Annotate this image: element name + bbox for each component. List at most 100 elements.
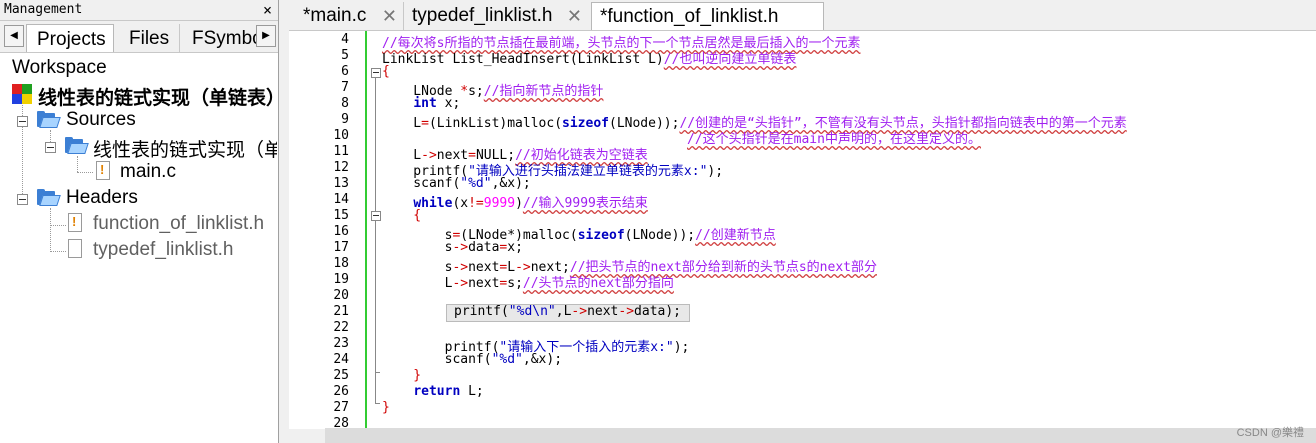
line-number: 13 xyxy=(333,176,349,191)
line-number: 21 xyxy=(333,304,349,319)
tab-fsymbols[interactable]: FSymbo xyxy=(186,24,256,52)
code-line-17: s->data=x; xyxy=(382,240,523,255)
line-number: 25 xyxy=(333,368,349,383)
h-file-icon xyxy=(68,239,82,258)
tree-line xyxy=(50,225,66,226)
comment: //输入9999表示结束 xyxy=(522,196,648,211)
line-number: 11 xyxy=(333,144,349,159)
code-editor[interactable]: 4 5 6 7 8 9 10 11 12 13 14 15 16 17 18 19 20 21 22 23 24 25 26… xyxy=(289,30,1316,429)
collapse-toggle-sources[interactable] xyxy=(17,116,28,127)
string-literal: "%d\n" xyxy=(508,304,556,319)
code-line-13: scanf("%d",&x); xyxy=(382,176,531,191)
close-icon[interactable]: ✕ xyxy=(567,2,582,30)
workspace-label[interactable]: Workspace xyxy=(12,57,107,79)
scroll-left-icon[interactable]: ◀ xyxy=(4,25,24,47)
folder-icon xyxy=(37,189,61,206)
comment: //创建新节点 xyxy=(695,228,776,243)
code-text: scanf( xyxy=(382,352,492,367)
code-text: -> xyxy=(452,240,469,255)
tab-files[interactable]: Files xyxy=(120,24,180,52)
folder-icon xyxy=(65,137,89,154)
close-icon[interactable]: ✕ xyxy=(382,2,397,30)
line-number: 8 xyxy=(341,96,349,111)
code-text: s; xyxy=(507,276,523,291)
line-number: 10 xyxy=(333,128,349,143)
code-text: -> xyxy=(571,304,588,319)
code-line-15: { xyxy=(382,208,421,223)
line-number: 14 xyxy=(333,192,349,207)
code-text: L xyxy=(382,116,422,131)
fold-end xyxy=(375,372,380,373)
fold-margin xyxy=(367,31,381,429)
line-number: 20 xyxy=(333,288,349,303)
line-number: 19 xyxy=(333,272,349,287)
horizontal-scrollbar[interactable] xyxy=(325,428,1316,443)
panel-splitter[interactable] xyxy=(279,0,289,443)
line-number: 5 xyxy=(341,48,349,63)
sources-label[interactable]: Sources xyxy=(66,109,136,131)
management-tabs: ◀ Projects Files FSymbo ▶ xyxy=(0,21,278,53)
line-number: 4 xyxy=(341,32,349,47)
collapse-toggle-headers[interactable] xyxy=(17,194,28,205)
fold-line xyxy=(375,78,376,403)
tree-line xyxy=(77,156,78,172)
close-icon[interactable]: × xyxy=(263,0,272,20)
code-line-6: { xyxy=(382,64,390,79)
file-main-c[interactable]: main.c xyxy=(120,161,176,183)
code-text: s; xyxy=(468,84,484,99)
tree-line xyxy=(77,172,93,173)
fold-end xyxy=(375,403,380,404)
line-number: 18 xyxy=(333,256,349,271)
tab-main-c[interactable]: *main.c ✕ xyxy=(297,2,403,30)
line-number: 22 xyxy=(333,320,349,335)
code-text: ,&x); xyxy=(491,176,531,191)
code-text: } xyxy=(382,368,422,383)
code-text: L; xyxy=(460,384,484,399)
scroll-right-icon[interactable]: ▶ xyxy=(256,25,276,47)
code-line-21: printf("%d\n",L->next->data); xyxy=(454,304,681,319)
project-label[interactable]: 线性表的链式实现（单链表） xyxy=(38,83,278,110)
keyword: int xyxy=(413,96,437,111)
management-title: Management xyxy=(4,2,83,17)
code-line-14: while(x!=9999)//输入9999表示结束 xyxy=(382,192,648,211)
file-function-of-linklist-h[interactable]: function_of_linklist.h xyxy=(93,213,264,235)
code-text: ) xyxy=(515,196,523,211)
tab-label: typedef_linklist.h xyxy=(412,5,553,26)
code-line-27: } xyxy=(382,400,390,415)
code-text: s xyxy=(382,240,453,255)
code-text: (x xyxy=(452,196,469,211)
comment: //指向新节点的指针 xyxy=(483,84,604,99)
line-number: 26 xyxy=(333,384,349,399)
code-text: (LNode)); xyxy=(624,228,696,243)
line-number: 27 xyxy=(333,400,349,415)
string-literal: "%d" xyxy=(491,352,523,367)
code-line-26: return L; xyxy=(382,384,484,399)
tree-line xyxy=(50,208,51,252)
code-text: ); xyxy=(707,164,724,179)
watermark: CSDN @樂禮 xyxy=(1236,427,1304,439)
code-text: x; xyxy=(436,96,461,111)
code-text: { xyxy=(382,208,422,223)
code-line-19: L->next=s;//头节点的next部分指向 xyxy=(382,272,674,291)
file-typedef-linklist-h[interactable]: typedef_linklist.h xyxy=(93,239,233,261)
headers-label[interactable]: Headers xyxy=(66,187,138,209)
number-literal: 9999 xyxy=(483,196,516,211)
tab-function-of-linklist-h[interactable]: *function_of_linklist.h xyxy=(591,2,824,30)
code-text: (LinkList)malloc( xyxy=(428,116,563,131)
code-line-5: LinkList List_HeadInsert(LinkList L)//也叫… xyxy=(382,48,796,67)
tab-projects[interactable]: Projects xyxy=(26,24,114,52)
code-text: -> xyxy=(618,304,635,319)
code-text: data xyxy=(468,240,500,255)
code-text: != xyxy=(468,196,484,211)
c-file-icon: ! xyxy=(96,161,110,180)
collapse-toggle-subfolder[interactable] xyxy=(45,142,56,153)
code-text: next xyxy=(468,276,500,291)
fold-toggle-while[interactable] xyxy=(371,211,381,221)
line-number: 12 xyxy=(333,160,349,175)
fold-toggle-function[interactable] xyxy=(371,68,381,78)
sources-subfolder-label[interactable]: 线性表的链式实现（单链 xyxy=(93,135,277,162)
line-number: 17 xyxy=(333,240,349,255)
code-text: scanf( xyxy=(382,176,461,191)
tab-typedef-linklist-h[interactable]: typedef_linklist.h ✕ xyxy=(403,2,588,30)
